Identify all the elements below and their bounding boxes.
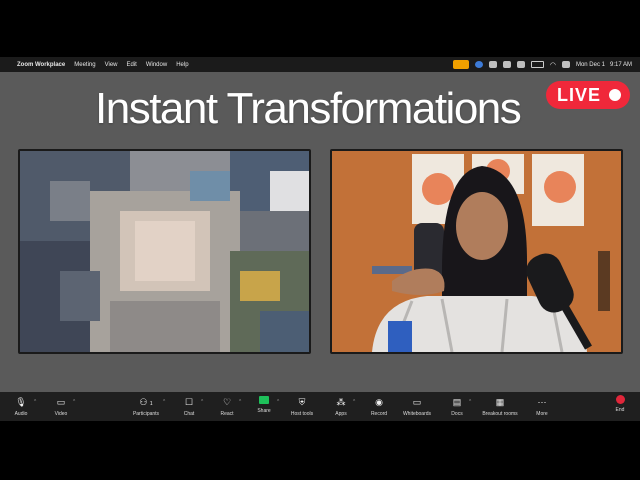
record-icon: ◉ — [375, 397, 383, 407]
video-tile-presenter[interactable] — [330, 149, 623, 354]
more-label: More — [536, 411, 548, 417]
menu-edit[interactable]: Edit — [127, 62, 137, 68]
share-icon — [259, 396, 269, 404]
share-button[interactable]: Share — [256, 392, 272, 421]
menu-meeting[interactable]: Meeting — [74, 62, 95, 68]
docs-options-caret[interactable]: ⌃ — [468, 399, 472, 405]
apps-options-caret[interactable]: ⌃ — [352, 399, 356, 405]
audio-options-caret[interactable]: ⌃ — [33, 399, 37, 405]
participants-options-caret[interactable]: ⌃ — [162, 399, 166, 405]
participants-icon: ⚇ 1 — [139, 397, 153, 407]
record-label: Record — [370, 411, 388, 417]
whiteboards-icon: ▭ — [412, 397, 422, 407]
docs-button[interactable]: ▤ Docs — [449, 392, 465, 421]
end-button[interactable]: End — [611, 392, 629, 421]
presenter-video-feed — [332, 151, 621, 352]
video-tile-participant-pixelated[interactable] — [18, 149, 311, 354]
chat-options-caret[interactable]: ⌃ — [200, 399, 204, 405]
camera-icon: ▭ — [56, 397, 66, 407]
menu-clock[interactable]: Mon Dec 1 9:17 AM — [576, 62, 632, 68]
control-center-icon[interactable] — [561, 61, 570, 68]
apps-label: Apps — [335, 411, 347, 417]
apps-button[interactable]: ⁂ Apps — [332, 392, 350, 421]
video-options-caret[interactable]: ⌃ — [72, 399, 76, 405]
breakout-rooms-icon: ▦ — [495, 397, 505, 407]
menu-help[interactable]: Help — [176, 62, 188, 68]
tray-app-icon[interactable] — [488, 61, 497, 68]
menu-window[interactable]: Window — [146, 62, 167, 68]
breakout-rooms-button[interactable]: ▦ Breakout rooms — [479, 392, 521, 421]
share-label: Share — [257, 408, 271, 414]
react-button[interactable]: ♡ React — [218, 392, 236, 421]
breakout-rooms-label: Breakout rooms — [482, 411, 518, 417]
video-button[interactable]: ▭ Video — [51, 392, 71, 421]
end-label: End — [615, 407, 625, 413]
participants-count: 1 — [149, 401, 153, 407]
whiteboards-button[interactable]: ▭ Whiteboards — [400, 392, 434, 421]
live-badge: LIVE — [546, 81, 630, 109]
host-tools-button[interactable]: ⛨ Host tools — [287, 392, 317, 421]
react-icon: ♡ — [222, 397, 232, 407]
host-tools-label: Host tools — [290, 411, 314, 417]
meeting-toolbar: 🎙︎ Audio ⌃ ▭ Video ⌃ ⚇ 1 Participants ⌃ … — [0, 392, 640, 421]
audio-button[interactable]: 🎙︎ Audio — [12, 392, 30, 421]
menu-bar-tray: ◠ Mon Dec 1 9:17 AM — [452, 60, 632, 69]
chat-icon: ☐ — [184, 397, 194, 407]
react-label: React — [220, 411, 234, 417]
mic-icon: 🎙︎ — [15, 397, 27, 407]
participants-button[interactable]: ⚇ 1 Participants — [130, 392, 162, 421]
end-icon — [615, 395, 625, 404]
more-icon: ⋯ — [537, 397, 547, 407]
more-button[interactable]: ⋯ More — [533, 392, 551, 421]
whiteboards-label: Whiteboards — [402, 411, 432, 417]
wifi-icon[interactable]: ◠ — [550, 61, 556, 69]
macos-menu-bar: Zoom Workplace Meeting View Edit Window … — [0, 57, 640, 72]
menu-app-name[interactable]: Zoom Workplace — [17, 62, 65, 68]
tray-app-icon[interactable] — [516, 61, 525, 68]
battery-icon[interactable] — [530, 61, 544, 68]
docs-icon: ▤ — [452, 397, 462, 407]
screen-share-status-icon[interactable] — [452, 60, 469, 69]
apps-icon: ⁂ — [336, 397, 346, 407]
tray-app-icon[interactable] — [502, 61, 511, 68]
chat-button[interactable]: ☐ Chat — [180, 392, 198, 421]
react-options-caret[interactable]: ⌃ — [238, 399, 242, 405]
chat-label: Chat — [183, 411, 195, 417]
pixelated-video-feed — [20, 151, 309, 352]
zoom-tray-icon[interactable] — [474, 61, 483, 68]
video-label: Video — [54, 411, 68, 417]
participants-label: Participants — [132, 411, 160, 417]
docs-label: Docs — [451, 411, 463, 417]
menu-view[interactable]: View — [105, 62, 118, 68]
record-button[interactable]: ◉ Record — [369, 392, 389, 421]
live-badge-label: LIVE — [557, 84, 602, 105]
headline-title: Instant Transformations — [95, 84, 522, 133]
live-dot-icon — [609, 89, 622, 101]
share-options-caret[interactable]: ⌃ — [276, 399, 280, 405]
host-tools-icon: ⛨ — [298, 397, 306, 407]
audio-label: Audio — [14, 411, 28, 417]
